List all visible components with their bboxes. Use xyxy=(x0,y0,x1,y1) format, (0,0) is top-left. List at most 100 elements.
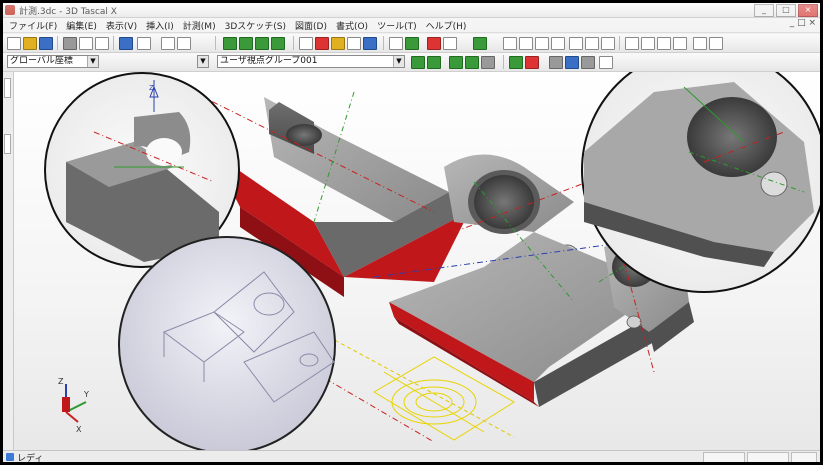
dimension-icon[interactable] xyxy=(389,37,403,50)
zoom-icon[interactable] xyxy=(599,56,613,69)
sketch-icon[interactable] xyxy=(405,37,419,50)
triad-x-label: X xyxy=(76,425,82,434)
chevron-down-icon[interactable]: ▼ xyxy=(393,56,404,67)
tool-f-icon[interactable] xyxy=(585,37,599,50)
tool-d-icon[interactable] xyxy=(551,37,565,50)
view-iso-icon[interactable] xyxy=(271,37,285,50)
undo-icon[interactable] xyxy=(119,37,133,50)
chevron-down-icon[interactable]: ▼ xyxy=(87,56,98,67)
triad-y-label: Y xyxy=(83,390,89,399)
shading-icon[interactable] xyxy=(549,56,563,69)
annotation-icon[interactable] xyxy=(443,37,457,50)
status-text: レディ xyxy=(17,454,44,462)
open-file-icon[interactable] xyxy=(23,37,37,50)
3d-viewport[interactable]: Z Z Y X xyxy=(14,72,820,450)
menu-measure[interactable]: 計測(M) xyxy=(183,19,216,32)
tool-i-icon[interactable] xyxy=(641,37,655,50)
status-panel-3 xyxy=(791,452,817,462)
view-restore-icon[interactable] xyxy=(427,56,441,69)
toolbar-separator xyxy=(293,36,294,50)
measure-icon[interactable] xyxy=(299,37,313,50)
redo-icon[interactable] xyxy=(137,37,151,50)
tool-l-icon[interactable] xyxy=(693,37,707,50)
pan-icon[interactable] xyxy=(581,56,595,69)
measure-distance-icon[interactable] xyxy=(315,37,329,50)
new-file-icon[interactable] xyxy=(7,37,21,50)
app-icon xyxy=(5,5,15,15)
coordinate-system-select[interactable]: グローバル座標 ▼ xyxy=(7,55,99,68)
measure-angle-icon[interactable] xyxy=(331,37,345,50)
toolbar-separator xyxy=(113,36,114,50)
delete-icon[interactable] xyxy=(161,37,175,50)
tool-m-icon[interactable] xyxy=(709,37,723,50)
view-side-icon[interactable] xyxy=(255,37,269,50)
view-front-icon[interactable] xyxy=(223,37,237,50)
hidden-line-icon[interactable] xyxy=(525,56,539,69)
menu-drawing[interactable]: 図面(D) xyxy=(295,19,327,32)
view-group-value: ユーザ視点グループ001 xyxy=(220,56,318,66)
menu-file[interactable]: ファイル(F) xyxy=(9,19,57,32)
toolbar-separator xyxy=(57,36,58,50)
view-top-icon[interactable] xyxy=(239,37,253,50)
triad-z-label: Z xyxy=(58,377,64,386)
status-panel-1 xyxy=(703,452,745,462)
dock-tab-property[interactable] xyxy=(4,134,11,154)
main-toolbar xyxy=(3,34,820,53)
coordinate-system-value: グローバル座標 xyxy=(10,56,73,66)
title-bar[interactable]: 計測.3dc - 3D Tascal X _ □ × xyxy=(3,3,820,18)
menu-edit[interactable]: 編集(E) xyxy=(66,19,97,32)
chevron-down-icon[interactable]: ▼ xyxy=(198,56,208,67)
part-icon[interactable] xyxy=(473,37,487,50)
tool-j-icon[interactable] xyxy=(657,37,671,50)
secondary-toolbar: グローバル座標 ▼ ▼ ユーザ視点グループ001 ▼ xyxy=(3,53,820,72)
view-prev-icon[interactable] xyxy=(465,56,479,69)
cut-icon[interactable] xyxy=(63,37,77,50)
menu-bar: ファイル(F) 編集(E) 表示(V) 挿入(I) 計測(M) 3Dスケッチ(S… xyxy=(3,18,820,33)
paste-icon[interactable] xyxy=(95,37,109,50)
dock-tab-tree[interactable] xyxy=(4,78,11,98)
tool-h-icon[interactable] xyxy=(625,37,639,50)
snap-icon[interactable] xyxy=(177,37,191,50)
tool-k-icon[interactable] xyxy=(673,37,687,50)
copy-icon[interactable] xyxy=(79,37,93,50)
menu-insert[interactable]: 挿入(I) xyxy=(146,19,174,32)
rotate-icon[interactable] xyxy=(565,56,579,69)
toolbar-separator xyxy=(503,55,504,69)
status-panel-2 xyxy=(747,452,789,462)
menu-view[interactable]: 表示(V) xyxy=(106,19,137,32)
view-next-icon[interactable] xyxy=(449,56,463,69)
menu-help[interactable]: ヘルプ(H) xyxy=(426,19,467,32)
status-bar: レディ xyxy=(3,450,820,462)
menu-3dsketch[interactable]: 3Dスケッチ(S) xyxy=(225,19,286,32)
status-icon xyxy=(6,453,14,461)
save-icon[interactable] xyxy=(39,37,53,50)
overview-lens xyxy=(118,236,336,450)
tool-a-icon[interactable] xyxy=(503,37,517,50)
toolbar-separator xyxy=(215,36,216,50)
left-dock-strip xyxy=(3,72,14,450)
axis-triad: Z Y X xyxy=(58,377,89,434)
menu-tools[interactable]: ツール(T) xyxy=(377,19,417,32)
view-list-icon[interactable] xyxy=(481,56,495,69)
window-title: 計測.3dc - 3D Tascal X xyxy=(19,7,117,17)
tool-g-icon[interactable] xyxy=(601,37,615,50)
toolbar-separator xyxy=(383,36,384,50)
mdi-window-controls[interactable]: _ □ × xyxy=(790,18,816,28)
close-button[interactable]: × xyxy=(798,4,818,17)
tool-e-icon[interactable] xyxy=(569,37,583,50)
drawing-icon[interactable] xyxy=(427,37,441,50)
view-register-icon[interactable] xyxy=(411,56,425,69)
menu-format[interactable]: 書式(O) xyxy=(336,19,368,32)
maximize-button[interactable]: □ xyxy=(776,4,796,17)
tool-c-icon[interactable] xyxy=(535,37,549,50)
model-scene[interactable]: Z Z Y X xyxy=(14,72,820,450)
coordinate-option-select[interactable]: ▼ xyxy=(197,55,209,68)
display-mode-icon[interactable] xyxy=(509,56,523,69)
measure-area-icon[interactable] xyxy=(347,37,361,50)
measure-volume-icon[interactable] xyxy=(363,37,377,50)
minimize-button[interactable]: _ xyxy=(754,4,774,17)
view-group-select[interactable]: ユーザ視点グループ001 ▼ xyxy=(217,55,405,68)
toolbar-separator xyxy=(619,36,620,50)
tool-b-icon[interactable] xyxy=(519,37,533,50)
axis-z-label: Z xyxy=(149,84,154,92)
